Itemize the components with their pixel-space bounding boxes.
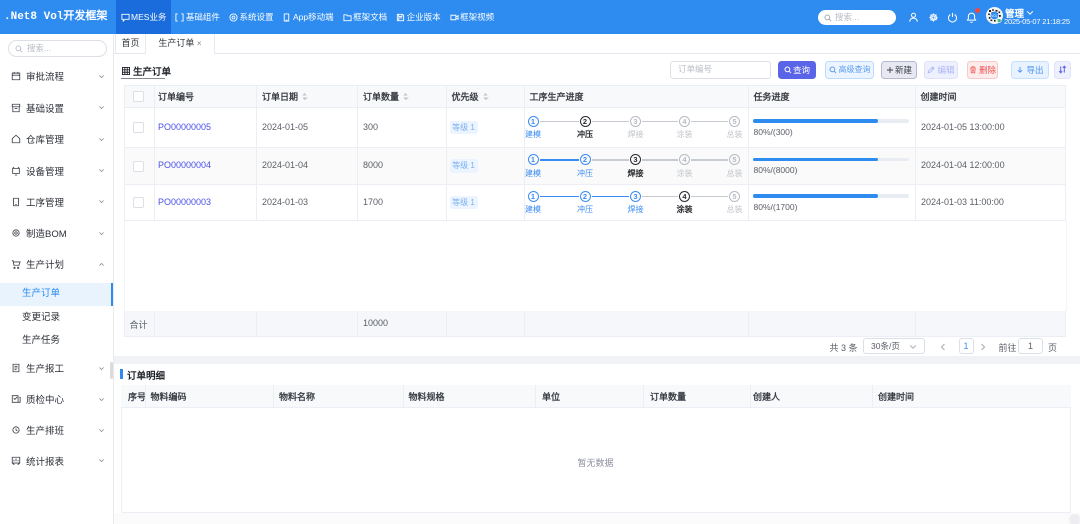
svg-text:VOL: VOL xyxy=(991,14,998,18)
